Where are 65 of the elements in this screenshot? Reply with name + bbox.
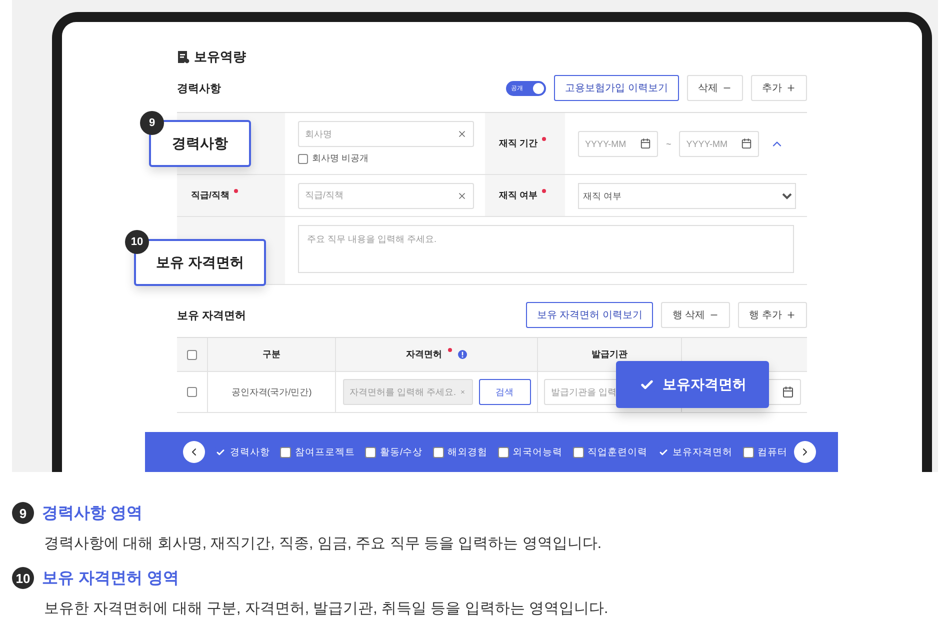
nav-checkbox-item[interactable]: 경력사항 [215, 446, 270, 458]
company-field[interactable]: 회사명 [298, 121, 474, 147]
plus-icon [786, 310, 796, 320]
checkbox[interactable] [498, 446, 509, 458]
field-label: 직급/직책 [191, 189, 230, 202]
calendar-icon [782, 386, 794, 398]
checkbox[interactable] [432, 446, 444, 458]
info-icon [458, 350, 467, 359]
step-badge: 10 [12, 567, 34, 589]
description-title: 경력사항 영역 [42, 504, 142, 524]
checkbox[interactable] [365, 446, 376, 458]
table-cell: 공인자격(국가/민간) [231, 386, 312, 398]
required-mark [542, 136, 546, 140]
step-badge: 10 [125, 230, 149, 254]
field-label: 재직 기간 [499, 137, 538, 150]
previous-button[interactable] [183, 441, 205, 463]
position-field[interactable]: 직급/직책 [298, 182, 474, 208]
nav-checkbox-item[interactable]: 컴퓨터 [742, 446, 788, 458]
nav-checkbox-item[interactable]: 직업훈련이력 [572, 446, 648, 458]
field-label: 재직 여부 [499, 189, 538, 202]
column-header: 자격면허 [406, 348, 442, 361]
add-row-button[interactable]: 행 추가 [738, 302, 807, 328]
select-field[interactable]: 재직 여부 [578, 182, 796, 208]
range-separator: ~ [666, 138, 672, 148]
nav-checkbox-item[interactable]: 참여프로젝트 [280, 446, 355, 458]
plus-icon [786, 83, 796, 93]
calendar-icon [640, 138, 651, 149]
delete-button[interactable]: 삭제 [687, 75, 743, 101]
checkbox[interactable] [187, 387, 197, 397]
private-checkbox-label: 회사명 비공개 [298, 152, 474, 165]
subsection-title: 경력사항 [177, 82, 221, 96]
checkbox[interactable] [298, 154, 308, 164]
checkbox[interactable] [572, 446, 584, 458]
checkbox[interactable] [280, 446, 291, 458]
checkbox[interactable] [742, 446, 754, 458]
clear-icon[interactable] [457, 129, 467, 139]
description-title: 보유 자격면허 영역 [42, 568, 179, 588]
required-mark [234, 188, 238, 192]
column-header: 발급기관 [592, 348, 628, 361]
description-text: 보유한 자격면허에 대해 구분, 자격면허, 발급기관, 취득일 등을 입력하는 영역입니다. [44, 599, 610, 618]
search-button[interactable]: 검색 [478, 379, 530, 405]
next-button[interactable] [794, 441, 816, 463]
add-button[interactable]: 추가 [751, 75, 807, 101]
required-mark [542, 188, 546, 192]
document-icon [177, 50, 190, 64]
step-badge: 9 [12, 502, 34, 524]
nav-checkbox-item[interactable]: 활동/수상 [365, 446, 423, 458]
column-header: 구분 [262, 348, 280, 361]
step-badge: 9 [140, 111, 164, 135]
nav-checkbox-item[interactable]: 해외경험 [432, 446, 488, 458]
calendar-icon [741, 138, 752, 149]
date-field[interactable]: YYYY-MM [578, 130, 658, 156]
required-mark [448, 348, 452, 352]
history-button[interactable]: 고용보험가입 이력보기 [554, 75, 679, 101]
clear-icon[interactable] [457, 190, 467, 200]
history-button[interactable]: 보유 자격면허 이력보기 [526, 302, 654, 328]
subsection-title: 보유 자격면허 [177, 308, 246, 322]
section-title: 보유역량 [194, 48, 246, 66]
date-field[interactable]: YYYY-MM [679, 130, 760, 156]
delete-row-button[interactable]: 행 삭제 [661, 302, 730, 328]
description-text: 경력사항에 대해 회사명, 재직기간, 직종, 임금, 주요 직무 등을 입력하는 영역입니다. [44, 534, 603, 553]
nav-checkbox-item[interactable]: 외국어능력 [498, 446, 563, 458]
checkbox[interactable] [187, 350, 197, 360]
duties-field[interactable]: 주요 직무 내용을 입력해 주세요. [298, 225, 794, 273]
nav-checkbox-item[interactable]: 보유자격면허 [658, 446, 733, 458]
